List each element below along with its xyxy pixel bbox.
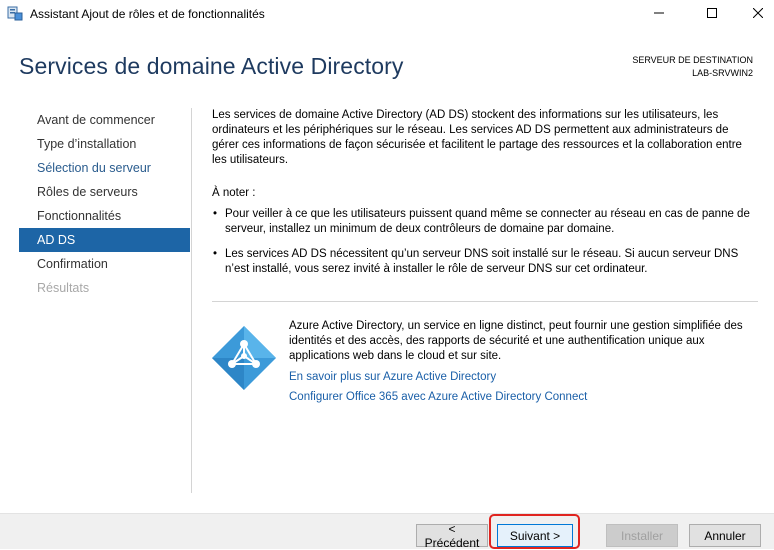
azure-ad-icon	[212, 326, 276, 390]
bullet-icon: •	[213, 208, 218, 220]
nav-item-selection-serveur[interactable]: Sélection du serveur	[19, 156, 190, 180]
list-item: • Les services AD DS nécessitent qu’un s…	[212, 247, 757, 277]
content-divider	[212, 301, 758, 302]
azure-learn-more-link[interactable]: En savoir plus sur Azure Active Director…	[289, 370, 496, 385]
server-manager-icon	[7, 6, 23, 21]
nav-item-type-installation[interactable]: Type d’installation	[19, 132, 190, 156]
nav-item-fonctionnalites[interactable]: Fonctionnalités	[19, 204, 190, 228]
previous-button[interactable]: < Précédent	[416, 522, 488, 550]
bullet-text: Pour veiller à ce que les utilisateurs p…	[225, 208, 750, 235]
cancel-button[interactable]: Annuler	[689, 524, 761, 547]
list-item: • Pour veiller à ce que les utilisateurs…	[212, 207, 757, 237]
minimize-icon	[654, 5, 664, 23]
maximize-icon	[707, 5, 717, 23]
close-button[interactable]	[735, 0, 774, 28]
minimize-button[interactable]	[636, 0, 682, 28]
title-bar: Assistant Ajout de rôles et de fonctionn…	[0, 0, 774, 28]
close-icon	[752, 5, 764, 23]
page-title: Services de domaine Active Directory	[19, 53, 404, 79]
nav-item-resultats: Résultats	[37, 281, 90, 295]
note-title: À noter :	[212, 187, 256, 199]
nav-item-avant-de-commencer[interactable]: Avant de commencer	[19, 108, 190, 132]
nav-item-ad-ds[interactable]: AD DS	[19, 228, 190, 252]
office365-connect-link[interactable]: Configurer Office 365 avec Azure Active …	[289, 390, 587, 405]
nav-divider	[191, 108, 192, 493]
azure-description: Azure Active Directory, un service en li…	[289, 320, 743, 362]
destination-server-label: SERVEUR DE DESTINATION	[632, 55, 753, 65]
nav-item-roles-serveurs[interactable]: Rôles de serveurs	[19, 180, 190, 204]
intro-text: Les services de domaine Active Directory…	[212, 109, 742, 166]
window-title: Assistant Ajout de rôles et de fonctionn…	[30, 7, 265, 21]
bullet-icon: •	[213, 248, 218, 260]
destination-server-name: LAB-SRVWIN2	[692, 68, 753, 78]
wizard-footer: < Précédent Suivant > Installer Annuler	[0, 513, 774, 550]
maximize-button[interactable]	[689, 0, 735, 28]
install-button: Installer	[606, 524, 678, 547]
nav-item-confirmation[interactable]: Confirmation	[19, 252, 190, 276]
next-button[interactable]: Suivant >	[497, 524, 573, 547]
wizard-navigation: Avant de commencer Type d’installation S…	[19, 108, 190, 300]
bullet-text: Les services AD DS nécessitent qu’un ser…	[225, 248, 739, 275]
